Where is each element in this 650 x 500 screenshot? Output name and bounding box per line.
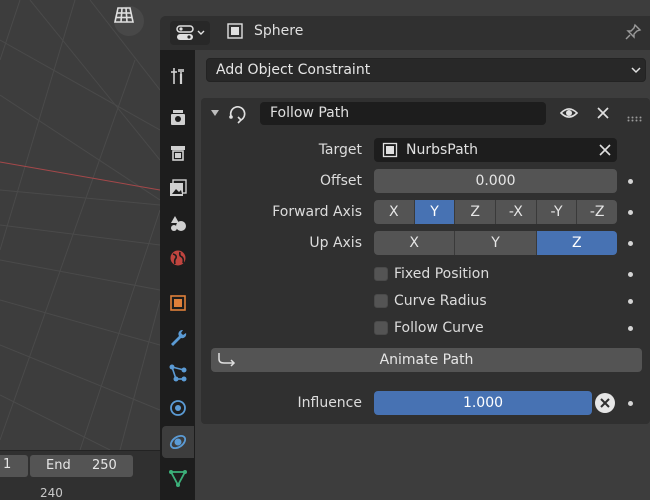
influence-slider[interactable]: 1.000 bbox=[374, 391, 592, 415]
tab-physics[interactable] bbox=[162, 392, 194, 424]
scene-icon bbox=[171, 216, 186, 231]
render-icon bbox=[171, 110, 185, 125]
forward-axis-y[interactable]: Y bbox=[414, 200, 456, 224]
close-icon[interactable] bbox=[596, 106, 610, 124]
timeline-frame-number: 240 bbox=[40, 486, 63, 500]
tab-object[interactable] bbox=[162, 287, 194, 319]
follow-curve-label: Follow Curve bbox=[394, 320, 484, 336]
object-context: Sphere bbox=[226, 22, 303, 40]
output-icon bbox=[171, 146, 185, 161]
animate-path-icon bbox=[218, 353, 236, 367]
fixed-position-checkbox[interactable]: Fixed Position bbox=[374, 266, 489, 282]
checkbox-box[interactable] bbox=[374, 267, 388, 281]
animate-path-label: Animate Path bbox=[379, 352, 474, 368]
drag-handle-icon[interactable] bbox=[627, 110, 643, 126]
particles-icon bbox=[169, 364, 187, 382]
properties-tabs bbox=[160, 50, 195, 500]
up-axis-selector: X Y Z bbox=[374, 231, 617, 255]
end-frame-label: End bbox=[46, 458, 71, 473]
pin-icon[interactable] bbox=[624, 23, 642, 45]
tab-view-layer[interactable] bbox=[162, 172, 194, 204]
tab-render[interactable] bbox=[162, 102, 194, 134]
tool-icon bbox=[171, 68, 184, 84]
offset-field[interactable]: 0.000 bbox=[374, 169, 617, 193]
up-axis-label: Up Axis bbox=[309, 235, 362, 251]
forward-axis-neg-z[interactable]: -Z bbox=[577, 200, 617, 224]
physics-icon bbox=[170, 400, 186, 416]
tab-tool[interactable] bbox=[162, 60, 194, 92]
collapse-arrow-icon[interactable] bbox=[210, 106, 220, 122]
object-name: Sphere bbox=[254, 23, 304, 39]
tab-object-constraints[interactable] bbox=[162, 426, 194, 458]
end-frame-value: 250 bbox=[92, 458, 117, 473]
tab-world[interactable] bbox=[162, 242, 194, 274]
checkbox-box[interactable] bbox=[374, 321, 388, 335]
forward-axis-x[interactable]: X bbox=[374, 200, 415, 224]
end-frame-field[interactable]: End 250 bbox=[30, 455, 133, 477]
forward-axis-label: Forward Axis bbox=[272, 204, 362, 220]
fixed-position-label: Fixed Position bbox=[394, 266, 490, 282]
add-object-constraint-dropdown[interactable]: Add Object Constraint bbox=[206, 58, 646, 82]
up-axis-z[interactable]: Z bbox=[536, 231, 617, 255]
tab-output[interactable] bbox=[162, 137, 194, 169]
chevron-down-icon bbox=[631, 67, 641, 74]
curve-radius-label: Curve Radius bbox=[394, 293, 487, 309]
animate-path-button[interactable]: Animate Path bbox=[211, 348, 642, 372]
object-icon bbox=[382, 142, 398, 158]
keyframe-dot[interactable] bbox=[628, 179, 633, 184]
mesh-data-icon bbox=[169, 470, 187, 487]
influence-label: Influence bbox=[297, 395, 363, 411]
curve-radius-checkbox[interactable]: Curve Radius bbox=[374, 293, 487, 309]
forward-axis-neg-x[interactable]: -X bbox=[496, 200, 537, 224]
target-label: Target bbox=[318, 142, 362, 158]
tab-particles[interactable] bbox=[162, 357, 194, 389]
clear-target-icon[interactable] bbox=[599, 144, 611, 156]
follow-path-icon bbox=[227, 102, 249, 128]
tab-modifiers[interactable] bbox=[162, 322, 194, 354]
forward-axis-neg-y[interactable]: -Y bbox=[536, 200, 578, 224]
tab-data[interactable] bbox=[162, 462, 194, 494]
checkbox-box[interactable] bbox=[374, 294, 388, 308]
up-axis-y[interactable]: Y bbox=[455, 231, 537, 255]
keyframe-dot[interactable] bbox=[628, 326, 633, 331]
world-icon bbox=[170, 250, 186, 266]
keyframe-dot[interactable] bbox=[628, 241, 633, 246]
object-properties-icon bbox=[170, 295, 186, 311]
tab-scene[interactable] bbox=[162, 207, 194, 239]
follow-curve-checkbox[interactable]: Follow Curve bbox=[374, 320, 484, 336]
eye-icon[interactable] bbox=[559, 105, 579, 125]
forward-axis-z[interactable]: Z bbox=[455, 200, 497, 224]
offset-label: Offset bbox=[319, 173, 362, 189]
grid-view-toggle-icon[interactable] bbox=[114, 6, 144, 36]
object-icon bbox=[227, 23, 243, 39]
disable-keep-transform-icon[interactable] bbox=[595, 393, 615, 413]
view-layer-icon bbox=[170, 179, 187, 196]
wrench-icon bbox=[171, 329, 187, 346]
up-axis-x[interactable]: X bbox=[374, 231, 456, 255]
constraint-name-field[interactable]: Follow Path bbox=[260, 102, 546, 125]
keyframe-dot[interactable] bbox=[628, 299, 633, 304]
constraint-icon bbox=[169, 434, 187, 450]
keyframe-dot[interactable] bbox=[628, 272, 633, 277]
chevron-down-icon bbox=[197, 30, 205, 35]
add-constraint-label: Add Object Constraint bbox=[216, 62, 371, 78]
target-value: NurbsPath bbox=[406, 142, 479, 158]
start-frame-field[interactable]: 1 bbox=[0, 455, 28, 477]
editor-type-dropdown[interactable] bbox=[170, 21, 210, 45]
keyframe-dot[interactable] bbox=[628, 401, 633, 406]
viewport-grid bbox=[0, 0, 160, 450]
properties-editor-icon bbox=[176, 25, 194, 40]
keyframe-dot[interactable] bbox=[628, 210, 633, 215]
forward-axis-selector: X Y Z -X -Y -Z bbox=[374, 200, 617, 224]
target-field[interactable]: NurbsPath bbox=[374, 138, 617, 162]
3d-viewport[interactable] bbox=[0, 0, 160, 450]
